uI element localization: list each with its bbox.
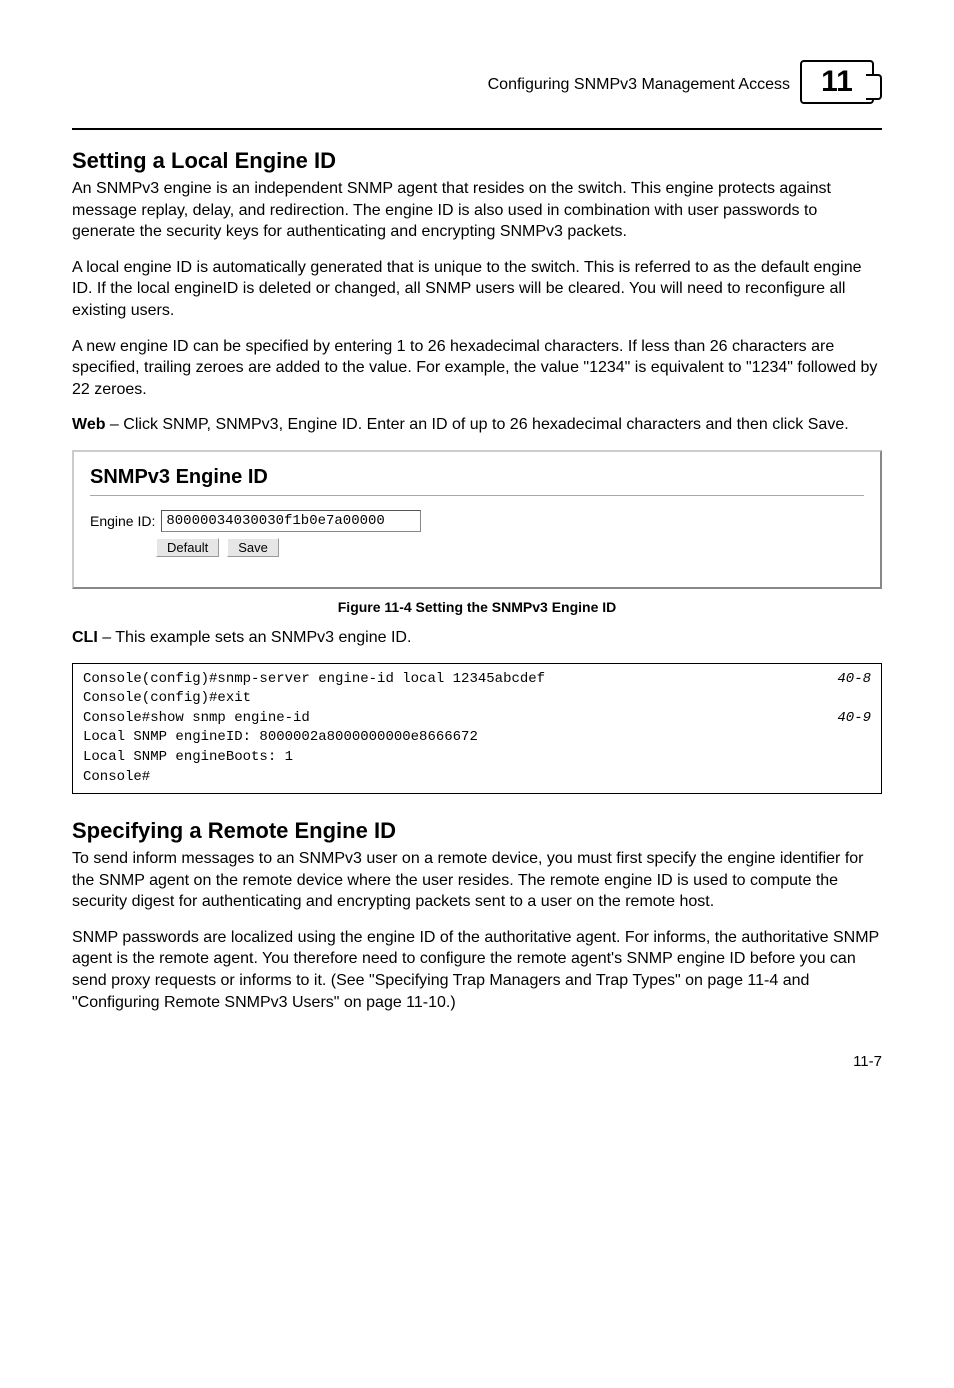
engine-id-input[interactable] [161,510,421,532]
section-title-remote-engine: Specifying a Remote Engine ID [72,818,882,844]
page-number: 11-7 [72,1053,882,1070]
para-remote-2: SNMP passwords are localized using the e… [72,927,882,1013]
cli-line3-ref: 40-9 [837,709,871,729]
cli-line1-ref: 40-8 [837,670,871,690]
cli-line3-cmd: Console#show snmp engine-id [83,709,310,729]
cli-line6: Console# [83,769,150,785]
default-button[interactable]: Default [156,538,219,557]
widget-rule [90,495,864,496]
cli-output: Console(config)#snmp-server engine-id lo… [72,663,882,795]
running-title: Configuring SNMPv3 Management Access [488,76,790,94]
chapter-number: 11 [800,60,874,104]
cli-line4: Local SNMP engineID: 8000002a8000000000e… [83,729,478,745]
para-local-4-rest: – Click SNMP, SNMPv3, Engine ID. Enter a… [105,416,848,433]
engine-id-row: Engine ID: [90,510,864,532]
para-local-3: A new engine ID can be specified by ente… [72,336,882,401]
cli-line5: Local SNMP engineBoots: 1 [83,749,293,765]
para-local-1: An SNMPv3 engine is an independent SNMP … [72,178,882,243]
engine-id-label: Engine ID: [90,513,155,529]
web-label: Web [72,416,105,433]
cli-intro-rest: – This example sets an SNMPv3 engine ID. [98,629,412,646]
cli-line1-cmd: Console(config)#snmp-server engine-id lo… [83,670,545,690]
section-title-local-engine: Setting a Local Engine ID [72,148,882,174]
cli-label: CLI [72,629,98,646]
para-local-4: Web – Click SNMP, SNMPv3, Engine ID. Ent… [72,414,882,436]
engine-id-widget: SNMPv3 Engine ID Engine ID: Default Save [72,450,882,589]
widget-title: SNMPv3 Engine ID [90,466,864,489]
save-button[interactable]: Save [227,538,279,557]
page-header: Configuring SNMPv3 Management Access 11 [72,60,882,110]
cli-line2: Console(config)#exit [83,690,251,706]
header-rule [72,128,882,130]
cli-intro: CLI – This example sets an SNMPv3 engine… [72,627,882,649]
chapter-badge: 11 [800,60,882,110]
para-remote-1: To send inform messages to an SNMPv3 use… [72,848,882,913]
para-local-2: A local engine ID is automatically gener… [72,257,882,322]
button-row: Default Save [156,538,864,557]
figure-caption: Figure 11-4 Setting the SNMPv3 Engine ID [72,599,882,615]
